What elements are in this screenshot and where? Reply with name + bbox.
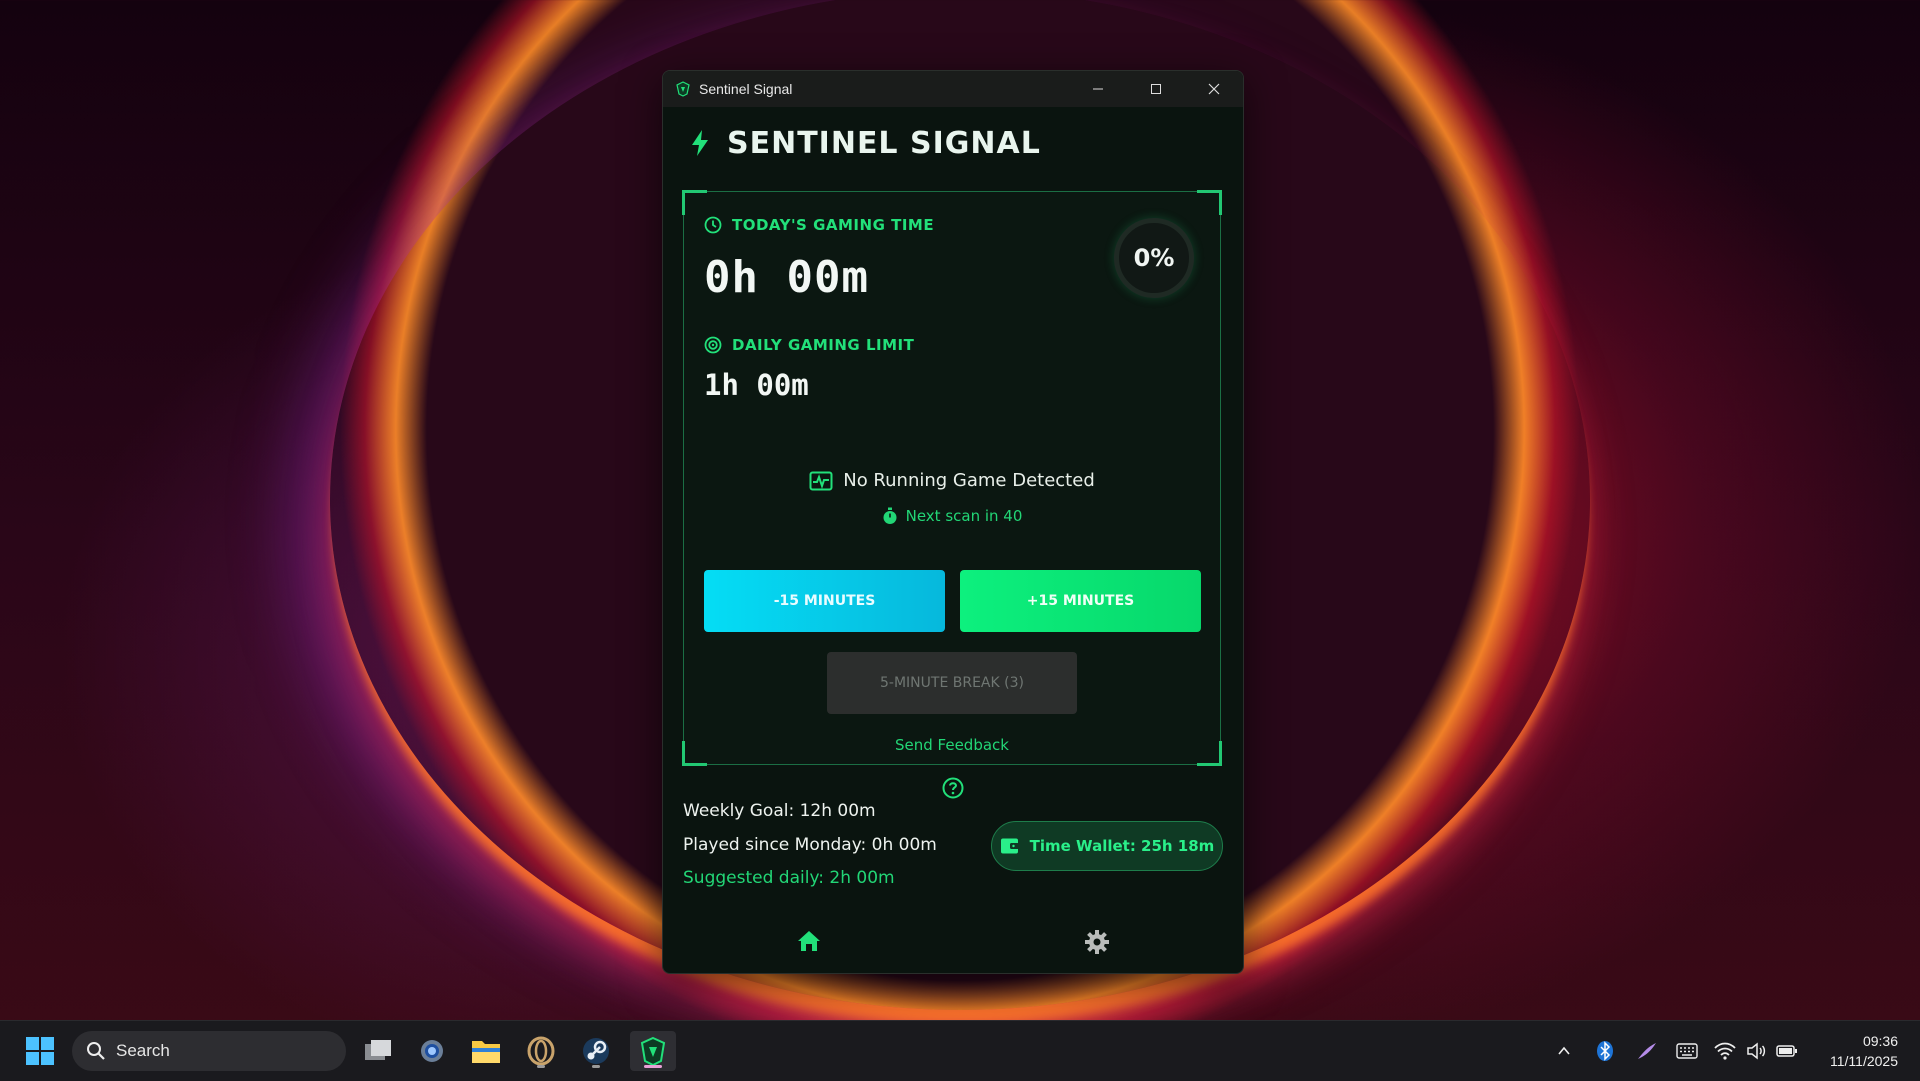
time-wallet-button[interactable]: Time Wallet: 25h 18m bbox=[991, 821, 1223, 871]
break-button[interactable]: 5-MINUTE BREAK (3) bbox=[827, 652, 1077, 714]
battery-icon[interactable] bbox=[1776, 1043, 1798, 1059]
maximize-button[interactable] bbox=[1127, 71, 1185, 107]
scan-countdown: Next scan in 40 bbox=[684, 507, 1220, 525]
app-window: Sentinel Signal SENTINEL SIGNAL TODAY'S … bbox=[662, 70, 1244, 974]
gaming-time-card: TODAY'S GAMING TIME 0h 00m 0% DAILY GAMI… bbox=[682, 190, 1222, 766]
monitor-pulse-icon bbox=[809, 471, 833, 490]
status-message: No Running Game Detected bbox=[843, 470, 1095, 491]
window-title: Sentinel Signal bbox=[699, 81, 793, 97]
played-since-monday: Played since Monday: 0h 00m bbox=[683, 835, 937, 855]
chevron-up-icon[interactable] bbox=[1556, 1043, 1572, 1059]
task-view-icon bbox=[365, 1040, 391, 1060]
maximize-icon bbox=[1151, 84, 1161, 94]
file-explorer-icon bbox=[472, 1041, 500, 1063]
start-button[interactable] bbox=[20, 1031, 60, 1071]
today-label-row: TODAY'S GAMING TIME bbox=[704, 216, 934, 234]
bluetooth-icon[interactable] bbox=[1596, 1040, 1614, 1062]
limit-label-row: DAILY GAMING LIMIT bbox=[704, 336, 914, 354]
active-indicator bbox=[644, 1065, 662, 1068]
pen-icon[interactable] bbox=[1636, 1041, 1658, 1061]
wallet-icon bbox=[1000, 838, 1019, 854]
corner-accent bbox=[1197, 190, 1222, 215]
progress-percent: 0% bbox=[1133, 244, 1175, 272]
target-icon bbox=[704, 336, 722, 354]
weekly-goal: Weekly Goal: 12h 00m bbox=[683, 801, 876, 821]
system-clock[interactable]: 09:36 11/11/2025 bbox=[1830, 1031, 1898, 1071]
clock-time: 09:36 bbox=[1862, 1033, 1898, 1049]
running-indicator bbox=[537, 1065, 545, 1068]
search-placeholder: Search bbox=[116, 1041, 170, 1060]
today-time: 0h 00m bbox=[704, 252, 869, 303]
app-logo-icon bbox=[675, 81, 691, 97]
taskbar: Search 09:36 11/11/2025 bbox=[0, 1020, 1920, 1081]
steam-button[interactable] bbox=[576, 1031, 616, 1071]
opera-button[interactable] bbox=[521, 1031, 561, 1071]
suggested-daily: Suggested daily: 2h 00m bbox=[683, 868, 895, 888]
clock-date: 11/11/2025 bbox=[1830, 1053, 1898, 1069]
running-indicator bbox=[592, 1065, 600, 1068]
close-icon bbox=[1208, 83, 1220, 95]
limit-label: DAILY GAMING LIMIT bbox=[732, 336, 915, 354]
game-status: No Running Game Detected bbox=[684, 470, 1220, 491]
scan-text: Next scan in 40 bbox=[905, 507, 1023, 525]
minimize-button[interactable] bbox=[1069, 71, 1127, 107]
time-wallet-label: Time Wallet: 25h 18m bbox=[1029, 837, 1215, 855]
app-title: SENTINEL SIGNAL bbox=[727, 125, 1041, 161]
help-icon[interactable] bbox=[942, 777, 964, 799]
sentinel-signal-taskbar-button[interactable] bbox=[630, 1031, 676, 1071]
system-tray bbox=[1556, 1021, 1798, 1081]
minimize-icon bbox=[1093, 88, 1103, 90]
windows-start-icon bbox=[26, 1037, 54, 1065]
settings-app-button[interactable] bbox=[412, 1031, 452, 1071]
plus-15-minutes-button[interactable]: +15 MINUTES bbox=[960, 570, 1201, 632]
today-label: TODAY'S GAMING TIME bbox=[732, 216, 935, 234]
settings-icon[interactable] bbox=[1084, 929, 1110, 955]
minus-15-minutes-button[interactable]: -15 MINUTES bbox=[704, 570, 945, 632]
lightning-icon bbox=[692, 130, 708, 156]
search-icon bbox=[87, 1042, 105, 1060]
title-bar[interactable]: Sentinel Signal bbox=[663, 71, 1243, 107]
corner-accent bbox=[682, 190, 707, 215]
keyboard-icon[interactable] bbox=[1676, 1043, 1698, 1059]
home-icon[interactable] bbox=[796, 929, 822, 953]
send-feedback-link[interactable]: Send Feedback bbox=[684, 736, 1220, 754]
opera-icon bbox=[527, 1036, 555, 1066]
steam-icon bbox=[583, 1038, 609, 1064]
stopwatch-icon bbox=[883, 507, 897, 524]
volume-icon[interactable] bbox=[1746, 1042, 1766, 1060]
close-button[interactable] bbox=[1185, 71, 1243, 107]
file-explorer-button[interactable] bbox=[466, 1031, 506, 1071]
wifi-icon[interactable] bbox=[1714, 1042, 1736, 1060]
taskbar-search[interactable]: Search bbox=[72, 1031, 346, 1071]
clock-icon bbox=[704, 216, 722, 234]
task-view-button[interactable] bbox=[358, 1031, 398, 1071]
sentinel-signal-icon bbox=[640, 1036, 666, 1066]
limit-time: 1h 00m bbox=[704, 368, 809, 402]
app-header: SENTINEL SIGNAL bbox=[663, 107, 1243, 179]
progress-ring: 0% bbox=[1114, 218, 1194, 298]
settings-app-icon bbox=[421, 1040, 443, 1062]
